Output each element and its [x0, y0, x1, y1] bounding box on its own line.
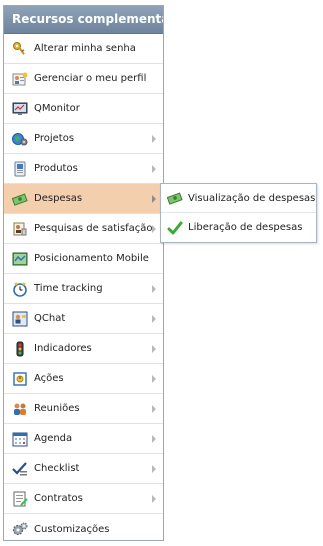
projects-icon — [12, 131, 28, 147]
chevron-right-icon — [152, 285, 156, 293]
menu-item-label: Gerenciar o meu perfil — [34, 73, 147, 84]
gears-icon — [12, 521, 28, 537]
checklist-icon — [12, 461, 28, 477]
menu-item-customizacoes[interactable]: Customizações — [4, 514, 163, 544]
menu-item-acoes[interactable]: Ações — [4, 364, 163, 394]
menu-item-alterar-senha[interactable]: Alterar minha senha — [4, 34, 163, 64]
menu-item-indicadores[interactable]: Indicadores — [4, 334, 163, 364]
menu-item-produtos[interactable]: Produtos — [4, 154, 163, 184]
submenu-item-visualizacao-despesas[interactable]: Visualização de despesas — [161, 184, 316, 213]
chevron-right-icon — [152, 135, 156, 143]
menu-item-label: Pesquisas de satisfação — [34, 223, 153, 234]
chevron-right-icon — [152, 345, 156, 353]
menu-item-time-tracking[interactable]: Time tracking — [4, 274, 163, 304]
resources-panel: Recursos complementares Alterar minha se… — [3, 5, 164, 541]
menu-item-label: Posicionamento Mobile — [34, 253, 149, 264]
chevron-right-icon — [152, 495, 156, 503]
menu-item-despesas[interactable]: Despesas — [4, 184, 163, 214]
contract-icon — [12, 491, 28, 507]
menu-item-qchat[interactable]: QChat — [4, 304, 163, 334]
submenu-item-label: Liberação de despesas — [188, 222, 303, 233]
monitor-icon — [12, 101, 28, 117]
chevron-right-icon — [152, 315, 156, 323]
menu-item-label: Reuniões — [34, 403, 80, 414]
chevron-right-icon — [152, 195, 156, 203]
menu-item-label: Alterar minha senha — [34, 43, 136, 54]
menu-item-reunioes[interactable]: Reuniões — [4, 394, 163, 424]
menu-item-gerenciar-perfil[interactable]: Gerenciar o meu perfil — [4, 64, 163, 94]
menu-item-pesquisas-satisfacao[interactable]: Pesquisas de satisfação — [4, 214, 163, 244]
profile-icon — [12, 71, 28, 87]
checkmark-icon — [167, 220, 183, 236]
chevron-right-icon — [152, 405, 156, 413]
chat-icon — [12, 311, 28, 327]
menu-item-label: Indicadores — [34, 343, 92, 354]
menu-item-label: Ações — [34, 373, 64, 384]
menu-item-projetos[interactable]: Projetos — [4, 124, 163, 154]
menu-item-label: Customizações — [34, 523, 110, 535]
menu-item-agenda[interactable]: Agenda — [4, 424, 163, 454]
map-icon — [12, 251, 28, 267]
chevron-right-icon — [152, 165, 156, 173]
menu-item-posicionamento-mobile[interactable]: Posicionamento Mobile — [4, 244, 163, 274]
menu-item-label: Agenda — [34, 433, 73, 444]
menu-item-label: Contratos — [34, 493, 83, 504]
menu-item-label: Despesas — [34, 193, 83, 204]
menu-item-label: Projetos — [34, 133, 75, 144]
chevron-right-icon — [152, 225, 156, 233]
meeting-icon — [12, 401, 28, 417]
actions-icon — [12, 371, 28, 387]
menu-item-label: Time tracking — [34, 283, 103, 294]
despesas-submenu: Visualização de despesas Liberação de de… — [160, 183, 317, 243]
resources-menu: Alterar minha senha Gerenciar o meu perf… — [4, 34, 163, 544]
menu-item-checklist[interactable]: Checklist — [4, 454, 163, 484]
menu-item-qmonitor[interactable]: QMonitor — [4, 94, 163, 124]
menu-item-contratos[interactable]: Contratos — [4, 484, 163, 514]
chevron-right-icon — [152, 375, 156, 383]
keys-icon — [12, 41, 28, 57]
survey-icon — [12, 221, 28, 237]
panel-title: Recursos complementares — [4, 6, 163, 34]
traffic-light-icon — [12, 341, 28, 357]
menu-item-label: Produtos — [34, 163, 78, 174]
submenu-item-label: Visualização de despesas — [188, 192, 316, 204]
calendar-icon — [12, 431, 28, 447]
chevron-right-icon — [152, 435, 156, 443]
money-icon — [12, 191, 28, 207]
money-icon — [167, 190, 183, 206]
menu-item-label: Checklist — [34, 463, 80, 474]
submenu-item-liberacao-despesas[interactable]: Liberação de despesas — [161, 213, 316, 242]
clock-icon — [12, 281, 28, 297]
chevron-right-icon — [152, 465, 156, 473]
products-icon — [12, 161, 28, 177]
menu-item-label: QMonitor — [34, 103, 80, 114]
menu-item-label: QChat — [34, 313, 66, 324]
